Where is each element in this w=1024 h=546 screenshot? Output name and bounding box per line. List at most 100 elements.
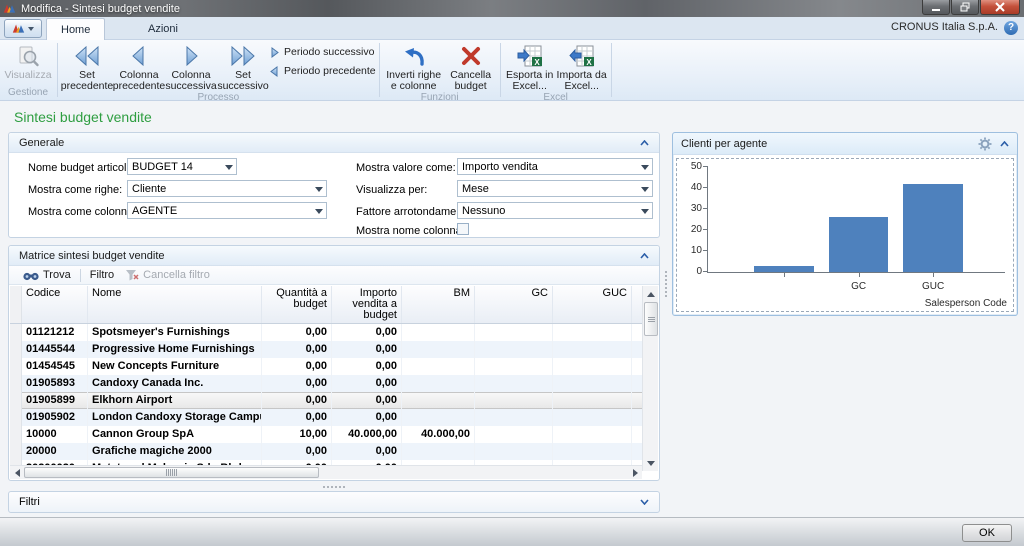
cell-amount[interactable]: 0,00 (332, 443, 402, 460)
cell-guc[interactable] (553, 443, 632, 460)
cell-gc[interactable] (475, 341, 553, 358)
cell-guc[interactable] (553, 358, 632, 375)
cell-qty[interactable]: 0,00 (262, 443, 332, 460)
scroll-left-icon[interactable] (11, 467, 23, 479)
cell-code[interactable]: 01905899 (22, 392, 88, 409)
scroll-up-icon[interactable] (645, 288, 657, 300)
cell-code[interactable]: 01121212 (22, 324, 88, 341)
vertical-splitter-handle[interactable] (663, 266, 669, 302)
table-row[interactable]: 10000Cannon Group SpA10,0040.000,0040.00… (10, 426, 642, 443)
mostra-nome-colonna-checkbox[interactable] (457, 223, 469, 235)
cell-guc[interactable] (553, 324, 632, 341)
visualizza-per-select[interactable]: Mese (457, 180, 653, 197)
chevron-down-icon[interactable] (640, 499, 649, 505)
row-marker[interactable] (10, 426, 22, 443)
table-row[interactable]: 01905893Candoxy Canada Inc.0,000,00 (10, 375, 642, 392)
chevron-up-icon[interactable] (640, 140, 649, 146)
table-row[interactable]: 20000Grafiche magiche 20000,000,00 (10, 443, 642, 460)
horizontal-scrollbar[interactable] (10, 465, 642, 479)
cell-guc[interactable] (553, 392, 632, 409)
trova-button[interactable]: Trova (17, 266, 77, 284)
cell-qty[interactable]: 0,00 (262, 341, 332, 358)
visualizza-button[interactable]: Visualizza (2, 41, 54, 81)
cell-qty[interactable]: 10,00 (262, 426, 332, 443)
cell-gc[interactable] (475, 443, 553, 460)
table-row[interactable]: 01454545New Concepts Furniture0,000,00 (10, 358, 642, 375)
cell-bm[interactable] (402, 409, 475, 426)
restore-button[interactable] (951, 0, 979, 15)
row-marker[interactable] (10, 409, 22, 426)
column-header-importo[interactable]: Importo vendita a budget (332, 286, 402, 323)
table-row[interactable]: 01905902London Candoxy Storage Campus0,0… (10, 409, 642, 426)
cell-name[interactable]: Candoxy Canada Inc. (88, 375, 262, 392)
row-marker[interactable] (10, 341, 22, 358)
cell-name[interactable]: New Concepts Furniture (88, 358, 262, 375)
column-header-bm[interactable]: BM (402, 286, 475, 323)
cell-gc[interactable] (475, 375, 553, 392)
filtri-section[interactable]: Filtri (8, 491, 660, 513)
cell-code[interactable]: 01905902 (22, 409, 88, 426)
row-marker[interactable] (10, 443, 22, 460)
set-successivo-button[interactable]: Set successivo (217, 41, 269, 92)
column-header-codice[interactable]: Codice (22, 286, 88, 323)
cell-name[interactable]: Elkhorn Airport (88, 392, 262, 409)
cell-bm[interactable] (402, 443, 475, 460)
cell-guc[interactable] (553, 375, 632, 392)
cancella-budget-button[interactable]: Cancella budget (445, 41, 497, 92)
cell-code[interactable]: 10000 (22, 426, 88, 443)
horizontal-scroll-thumb[interactable] (24, 467, 319, 478)
cell-gc[interactable] (475, 426, 553, 443)
cell-qty[interactable]: 0,00 (262, 375, 332, 392)
cell-bm[interactable] (402, 392, 475, 409)
cell-qty[interactable]: 0,00 (262, 358, 332, 375)
mostra-valore-come-select[interactable]: Importo vendita (457, 158, 653, 175)
cell-amount[interactable]: 0,00 (332, 409, 402, 426)
row-marker[interactable] (10, 392, 22, 409)
cell-bm[interactable] (402, 341, 475, 358)
cell-code[interactable]: 01445544 (22, 341, 88, 358)
cell-qty[interactable]: 0,00 (262, 409, 332, 426)
cell-guc[interactable] (553, 341, 632, 358)
cell-amount[interactable]: 0,00 (332, 324, 402, 341)
filtro-button[interactable]: Filtro (84, 266, 120, 284)
cell-qty[interactable]: 0,00 (262, 324, 332, 341)
esporta-in-excel-button[interactable]: X Esporta in Excel... (504, 41, 556, 92)
fattore-arrotondamento-select[interactable]: Nessuno (457, 202, 653, 219)
colonna-successiva-button[interactable]: Colonna successiva (165, 41, 217, 92)
bar-GC[interactable] (829, 217, 888, 272)
mostra-come-colonne-select[interactable]: AGENTE (127, 202, 327, 219)
cancella-filtro-button[interactable]: Cancella filtro (120, 266, 216, 284)
cell-name[interactable]: London Candoxy Storage Campus (88, 409, 262, 426)
cell-bm[interactable] (402, 358, 475, 375)
cell-gc[interactable] (475, 324, 553, 341)
cell-name[interactable]: Spotsmeyer's Furnishings (88, 324, 262, 341)
cell-gc[interactable] (475, 358, 553, 375)
cell-name[interactable]: Cannon Group SpA (88, 426, 262, 443)
vertical-scrollbar[interactable] (642, 286, 658, 471)
column-header-quantita[interactable]: Quantità a budget (262, 286, 332, 323)
matrix-section-header[interactable]: Matrice sintesi budget vendite (9, 246, 659, 266)
chevron-up-icon[interactable] (1000, 141, 1009, 147)
column-header-gc[interactable]: GC (475, 286, 553, 323)
cell-guc[interactable] (553, 426, 632, 443)
scroll-down-icon[interactable] (645, 457, 657, 469)
minimize-button[interactable] (922, 0, 950, 15)
cell-bm[interactable] (402, 324, 475, 341)
row-marker[interactable] (10, 375, 22, 392)
column-header-nome[interactable]: Nome (88, 286, 262, 323)
cell-name[interactable]: Grafiche magiche 2000 (88, 443, 262, 460)
cell-bm[interactable]: 40.000,00 (402, 426, 475, 443)
chevron-up-icon[interactable] (640, 253, 649, 259)
periodo-successivo-button[interactable]: Periodo successivo (269, 45, 376, 59)
bar-GUC[interactable] (903, 184, 962, 272)
ok-button[interactable]: OK (962, 524, 1012, 542)
generale-section-header[interactable]: Generale (9, 133, 659, 153)
colonna-precedente-button[interactable]: Colonna precedente (113, 41, 165, 92)
scroll-right-icon[interactable] (629, 467, 641, 479)
set-precedente-button[interactable]: Set precedente (61, 41, 113, 92)
tab-home[interactable]: Home (46, 18, 105, 40)
application-menu-button[interactable] (4, 19, 42, 38)
cell-code[interactable]: 01454545 (22, 358, 88, 375)
column-header-guc[interactable]: GUC (553, 286, 632, 323)
cell-amount[interactable]: 40.000,00 (332, 426, 402, 443)
